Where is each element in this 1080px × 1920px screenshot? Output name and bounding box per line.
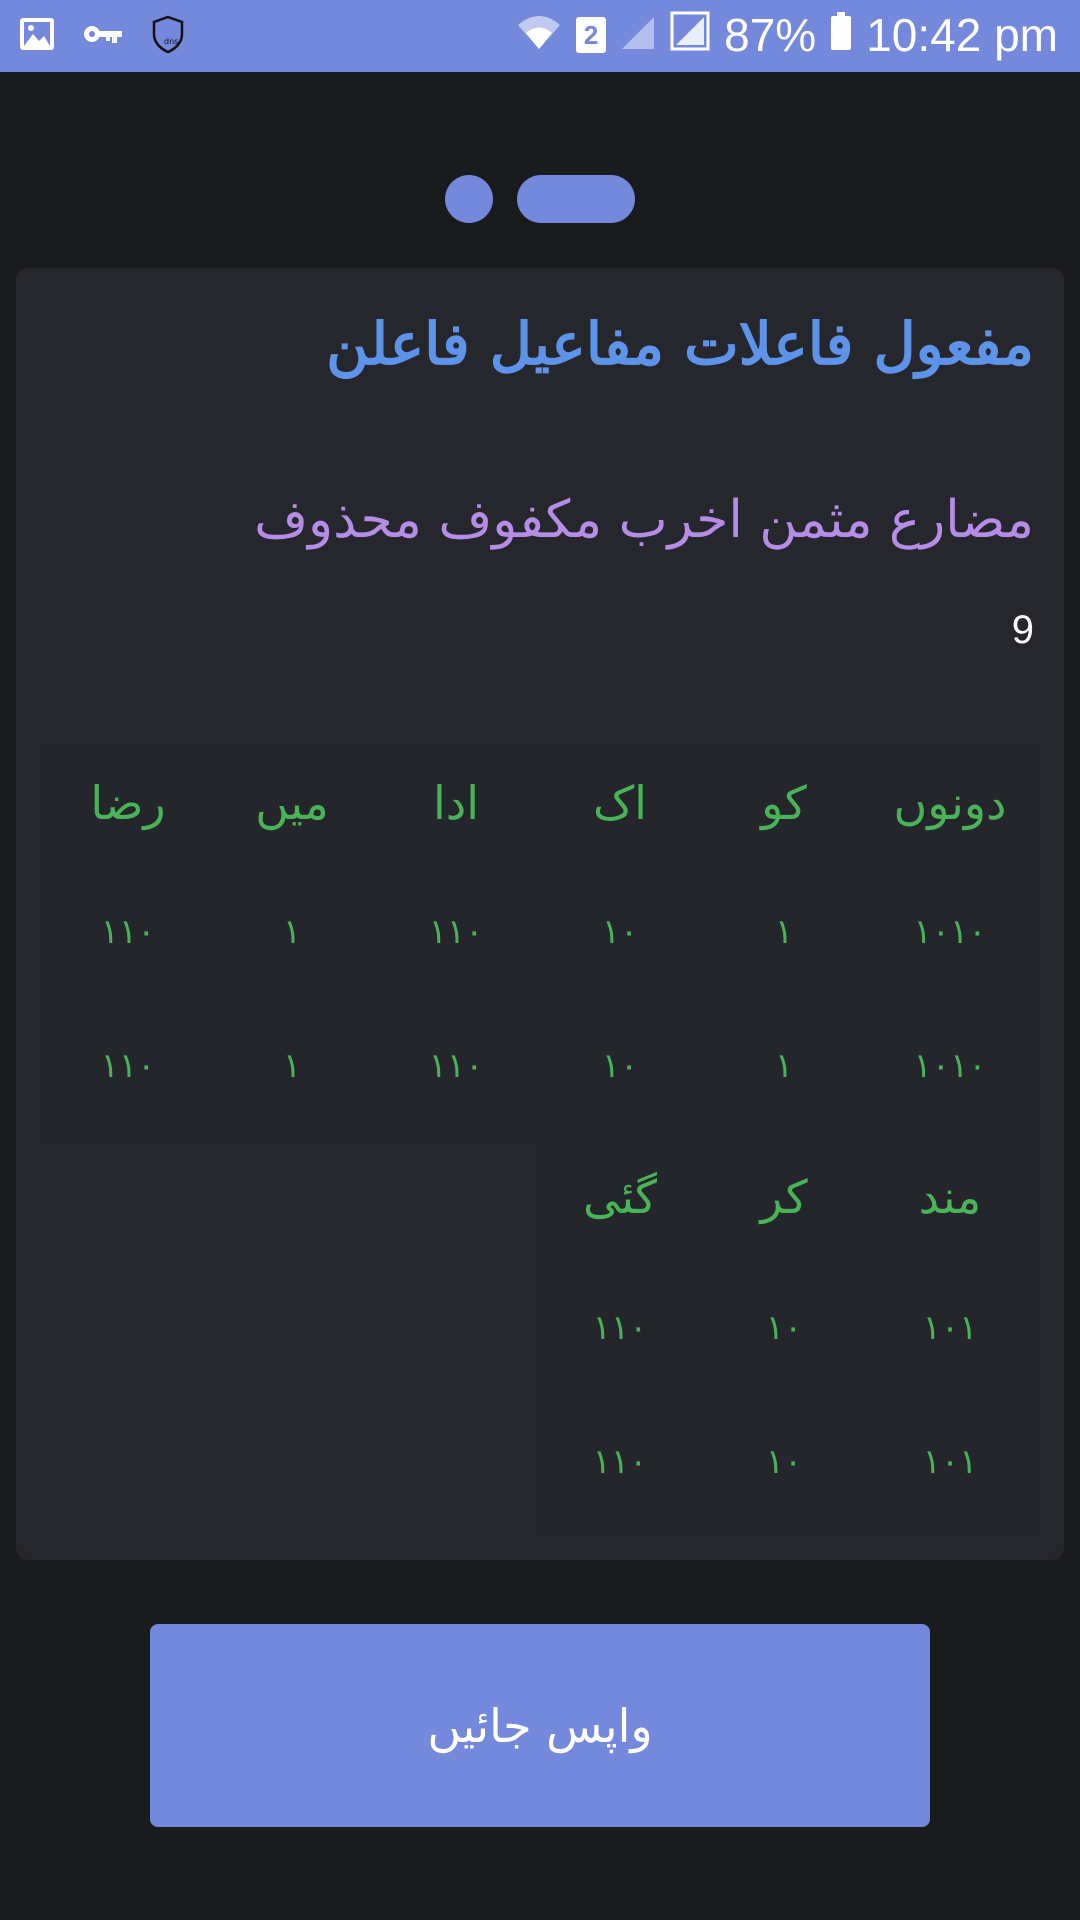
- dns-shield-icon: dns: [150, 14, 186, 58]
- status-left-icons: dns: [18, 14, 186, 58]
- battery-percent: 87%: [724, 9, 817, 61]
- go-back-label: واپس جائیں: [427, 1698, 653, 1753]
- line-2-scan-a-1: ۱۰۱: [922, 1308, 978, 1348]
- line-1-grid: دونوں کو اک ادا میں رضا ۱۰۱۰ ۱ ۱۰ ۱۱۰ ۱ …: [44, 744, 1040, 1140]
- line-1-scan-a-2: ۱: [774, 912, 794, 952]
- image-icon: [18, 15, 56, 57]
- line-1-scan-a-5: ۱: [282, 912, 302, 952]
- line-1-scan-b-1: ۱۰۱۰: [913, 1046, 987, 1086]
- signal-icon-2: [670, 8, 710, 62]
- battery-icon: [830, 8, 852, 62]
- status-right: 2 87% 10:42 pm: [516, 8, 1058, 62]
- wifi-icon: [516, 8, 562, 62]
- line-1-scan-a-4: ۱۱۰: [428, 912, 484, 952]
- line-2-grid: مند کر گئی ۱۰۱ ۱۰ ۱۱۰ ۱۰۱ ۱۰ ۱۱۰: [536, 1140, 1040, 1536]
- line-1-scan-b-5: ۱: [282, 1046, 302, 1086]
- line-1-scan-a-6: ۱۱۰: [100, 912, 156, 952]
- line-2-scan-a-3: ۱۱۰: [592, 1308, 648, 1348]
- sim-badge: 2: [576, 17, 607, 53]
- line-2-scan-b-1: ۱۰۱: [922, 1442, 978, 1482]
- line-1-word-1: دونوں: [893, 776, 1007, 830]
- page-dot-2-active[interactable]: [517, 175, 635, 223]
- line-1-scan-b-6: ۱۱۰: [100, 1046, 156, 1086]
- line-2-scan-b-2: ۱۰: [765, 1442, 803, 1482]
- line-1-scan-b-4: ۱۱۰: [428, 1046, 484, 1086]
- page-dot-1[interactable]: [445, 175, 493, 223]
- line-2-word-2: کر: [760, 1170, 808, 1224]
- bahr-name: مضارع مثمن اخرب مکفوف محذوف: [254, 490, 1034, 550]
- signal-icon-1: [620, 8, 656, 62]
- meter-title: مفعول فاعلات مفاعیل فاعلن: [326, 310, 1034, 378]
- line-1-word-5: میں: [255, 776, 329, 830]
- page-indicator: [0, 175, 1080, 223]
- line-2-word-3: گئی: [582, 1170, 658, 1224]
- key-icon: [82, 15, 124, 57]
- line-1-word-4: ادا: [432, 776, 480, 830]
- line-2-scan-b-3: ۱۱۰: [592, 1442, 648, 1482]
- line-2-word-1: مند: [918, 1170, 982, 1224]
- line-1-scan-b-3: ۱۰: [601, 1046, 639, 1086]
- status-bar: dns 2 87% 10:42 pm: [0, 0, 1080, 72]
- clock: 10:42 pm: [866, 9, 1058, 61]
- taqti-card: مفعول فاعلات مفاعیل فاعلن مضارع مثمن اخر…: [16, 268, 1064, 1560]
- line-1-scan-a-1: ۱۰۱۰: [913, 912, 987, 952]
- line-1-word-2: کو: [761, 776, 807, 830]
- line-1-word-6: رضا: [90, 776, 166, 830]
- verse-number: 9: [1011, 608, 1034, 652]
- go-back-button[interactable]: واپس جائیں: [150, 1624, 930, 1827]
- line-2-scan-a-2: ۱۰: [765, 1308, 803, 1348]
- svg-text:dns: dns: [164, 37, 178, 46]
- line-1-scan-b-2: ۱: [774, 1046, 794, 1086]
- line-1-word-3: اک: [593, 776, 647, 830]
- line-1-scan-a-3: ۱۰: [601, 912, 639, 952]
